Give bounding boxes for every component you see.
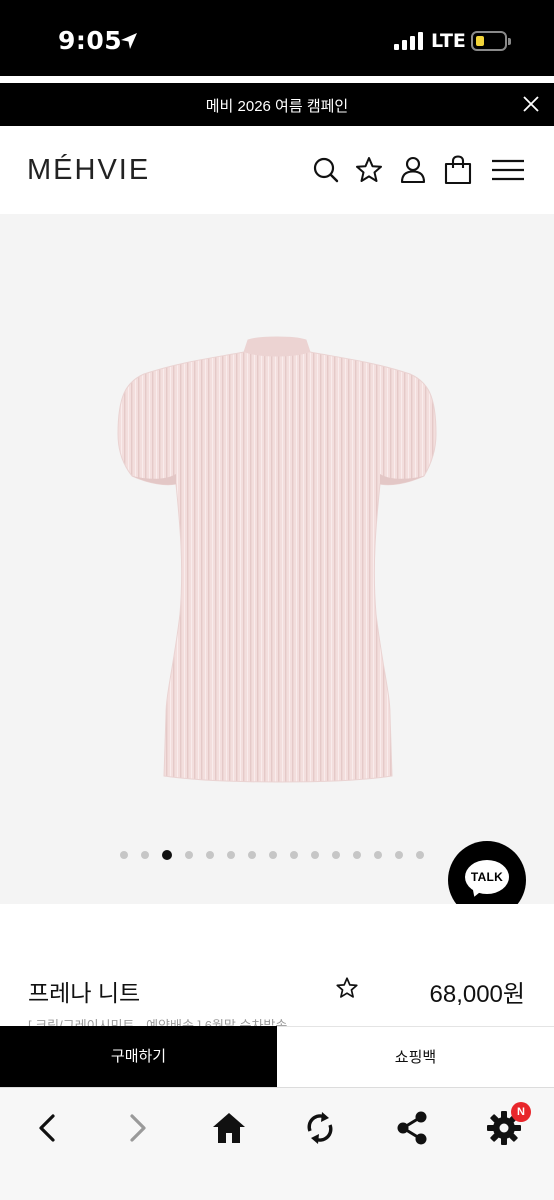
brand-logo[interactable]: MÉHVIE: [27, 154, 150, 187]
add-to-cart-button[interactable]: 쇼핑백: [277, 1026, 554, 1087]
gallery-pagination[interactable]: [120, 850, 424, 860]
status-bar: 9:05 LTE: [0, 0, 554, 76]
gallery-dot[interactable]: [227, 851, 235, 859]
gallery-dot[interactable]: [332, 851, 340, 859]
product-price: 68,000원: [429, 981, 526, 1008]
gallery-dot[interactable]: [206, 851, 214, 859]
forward-icon[interactable]: [118, 1108, 158, 1148]
gallery-dot[interactable]: [353, 851, 361, 859]
gallery-dot[interactable]: [311, 851, 319, 859]
refresh-icon[interactable]: [300, 1108, 340, 1148]
back-icon[interactable]: [27, 1108, 67, 1148]
product-image[interactable]: [110, 334, 444, 784]
share-icon[interactable]: [392, 1108, 432, 1148]
gallery-dot[interactable]: [120, 851, 128, 859]
home-icon[interactable]: [209, 1108, 249, 1148]
talk-label: TALK: [470, 870, 504, 884]
gallery-dot[interactable]: [269, 851, 277, 859]
notification-badge: N: [511, 1102, 531, 1122]
location-arrow-icon: [121, 33, 137, 49]
status-time: 9:05: [58, 26, 123, 55]
battery-icon: [471, 31, 511, 51]
product-gallery[interactable]: TALK: [0, 214, 554, 919]
shopping-bag-icon[interactable]: [442, 154, 474, 186]
hamburger-menu-icon[interactable]: [490, 154, 526, 186]
search-icon[interactable]: [310, 154, 342, 186]
gallery-dot[interactable]: [185, 851, 193, 859]
gallery-dot[interactable]: [374, 851, 382, 859]
gallery-dot[interactable]: [290, 851, 298, 859]
star-icon[interactable]: [353, 154, 385, 186]
announcement-bar[interactable]: 메비 2026 여름 캠페인: [0, 83, 554, 126]
browser-toolbar: N: [0, 1087, 554, 1200]
buy-button[interactable]: 구매하기: [0, 1026, 277, 1087]
announcement-text[interactable]: 메비 2026 여름 캠페인: [0, 95, 554, 116]
gallery-dot[interactable]: [162, 850, 172, 860]
user-icon[interactable]: [397, 154, 429, 186]
close-icon[interactable]: [520, 93, 542, 115]
product-name: 프레나 니트: [28, 980, 141, 1006]
gallery-dot[interactable]: [141, 851, 149, 859]
site-header: MÉHVIE: [0, 126, 554, 214]
product-info: 프레나 니트 68,000원 [ 크림/그레이시민트 - 예약배송 ] 6월말 …: [0, 904, 554, 1033]
gallery-dot[interactable]: [416, 851, 424, 859]
signal-bars-icon: [394, 32, 423, 50]
purchase-bar: 구매하기 쇼핑백: [0, 1026, 554, 1087]
wishlist-star-icon[interactable]: [334, 975, 360, 1001]
gallery-dot[interactable]: [248, 851, 256, 859]
gallery-dot[interactable]: [395, 851, 403, 859]
network-type: LTE: [431, 30, 466, 52]
